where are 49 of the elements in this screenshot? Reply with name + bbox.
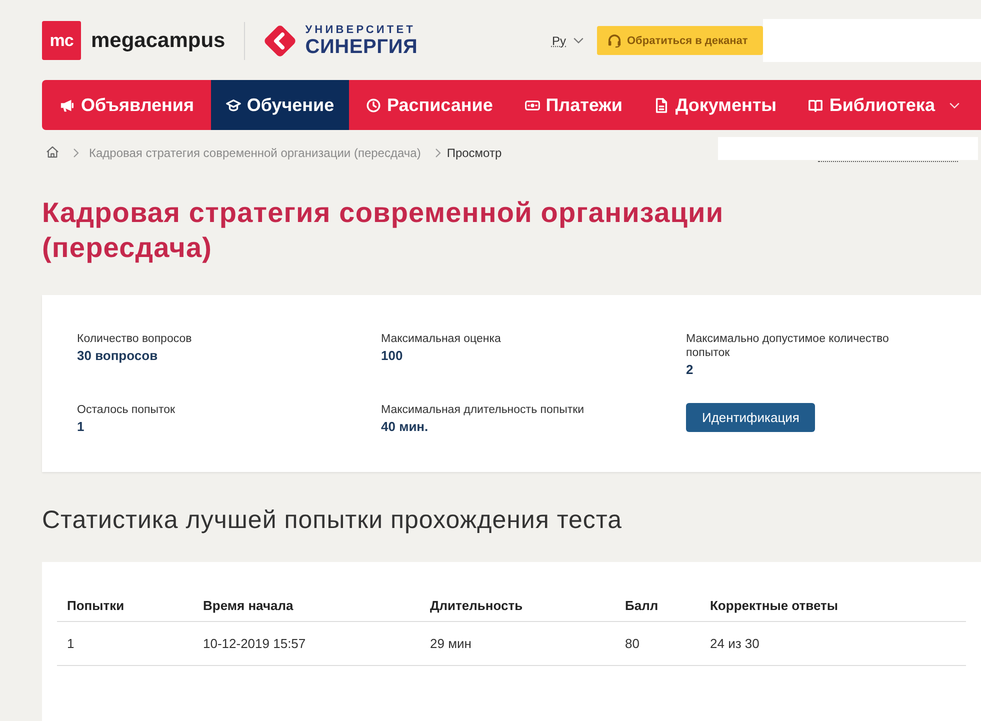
column-header: Балл [615,590,700,622]
column-header: Попытки [57,590,193,622]
book-icon [808,98,824,112]
field-label: Максимально допустимое количество попыток [686,332,890,360]
nav-tab[interactable]: Документы [639,80,792,130]
column-header: Корректные ответы [700,590,966,622]
university-label: УНИВЕРСИТЕТ [305,24,416,36]
chevron-right-icon [73,148,79,158]
home-icon[interactable] [46,146,59,158]
contact-dean-button[interactable]: Обратиться в деканат [597,26,763,55]
chevron-right-icon [434,148,441,158]
field-value: 2 [686,361,694,378]
field-label: Максимальная длительность попытки [381,403,586,417]
column-header: Время начала [193,590,420,622]
nav-tab[interactable]: Объявления [45,80,209,130]
megaphone-icon [60,98,75,112]
clock-icon [366,98,381,112]
language-select[interactable]: Ру [552,34,584,48]
field-value: 30 вопросов [77,347,159,364]
field-label: Осталось попыток [77,403,176,417]
table-cell: 10-12-2019 15:57 [193,622,420,666]
breadcrumb-current: Просмотр [446,146,502,160]
breadcrumb-link[interactable]: Кадровая стратегия современной организации (пересдача) [89,146,421,160]
logo-mark[interactable]: mc [42,21,81,60]
nav-tab[interactable]: Библиотека [793,80,975,130]
field-label: Максимальная оценка [381,332,502,346]
nav-tab[interactable]: Платежи [510,80,638,130]
page-title: Кадровая стратегия современной организации (пересдача) [42,196,725,265]
nav-tab[interactable]: Расписание [350,80,508,130]
field-value: 100 [381,347,404,364]
column-header: Длительность [420,590,615,622]
table-cell: 24 из 30 [700,622,966,666]
document-icon [654,98,670,112]
field-value: 40 мин. [381,418,430,435]
chevron-down-icon [573,37,584,44]
university-name: СИНЕРГИЯ [305,36,418,56]
banknote-icon [524,98,540,112]
table-cell: 29 мин [420,622,615,666]
chevron-down-icon [948,102,960,108]
nav-tab[interactable]: Обучение [210,80,350,130]
brand-name: megacampus [91,28,226,52]
table-cell: 80 [615,622,700,666]
field-value: 1 [77,418,86,435]
graduation-cap-icon [226,98,241,112]
section-title: Статистика лучшей попытки прохождения теста [42,506,623,534]
headset-icon [607,33,622,48]
table-cell: 1 [57,622,193,666]
field-label: Количество вопросов [77,332,193,346]
identification-button[interactable]: Идентификация [686,403,816,432]
